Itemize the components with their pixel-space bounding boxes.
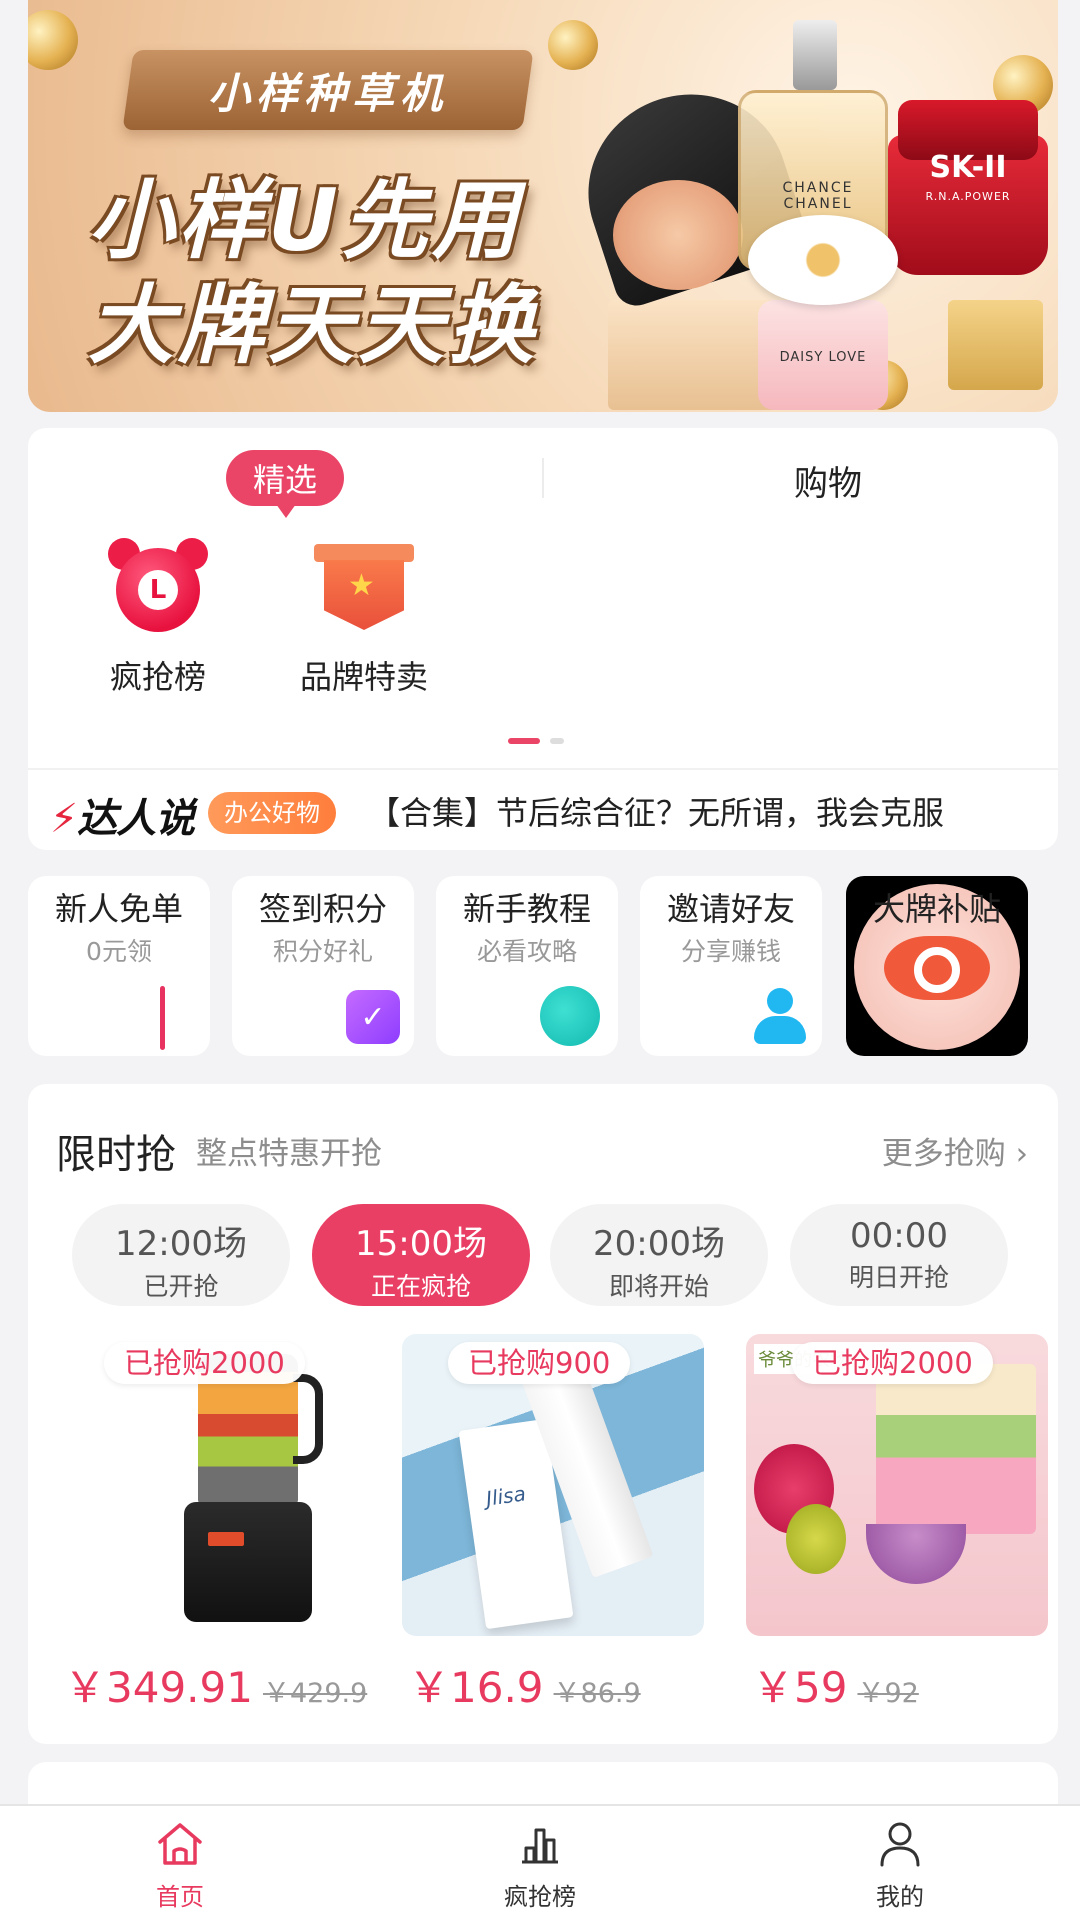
divider [28,768,1058,770]
session-tab-1200[interactable]: 12:00场 已开抢 [72,1204,290,1306]
nav-label: 首页 [156,1883,204,1911]
category-card: 精选 购物 L 疯抢榜 ★ 品牌特卖 ⚡达人说 办公好物 【合集】节后综合征？无… [28,428,1058,850]
nav-profile[interactable]: 我的 [720,1806,1080,1920]
user-icon [880,1822,920,1867]
perfume-cap-image [793,20,837,90]
sold-count-badge: 已抢购2000 [792,1342,993,1384]
tutorial-icon [540,986,600,1046]
quick-entry-subtitle: 必看攻略 [476,937,577,966]
chevron-right-icon: › [1015,1136,1028,1172]
flash-sale-title: 限时抢 [56,1132,176,1178]
bottom-navigation: 首页 疯抢榜 我的 [0,1804,1080,1920]
tab-shopping[interactable]: 购物 [728,456,928,505]
daisy-flower-cap [748,215,898,305]
flash-sale-card: 限时抢 整点特惠开抢 更多抢购 › 12:00场 已开抢 15:00场 正在疯抢… [28,1084,1058,1744]
session-tab-2000[interactable]: 20:00场 即将开始 [550,1204,768,1306]
tab-featured[interactable]: 精选 [226,450,344,518]
cushion-puff-image [613,180,743,290]
tab-divider [542,458,544,498]
daisy-perfume-label: DAISY LOVE [779,350,867,365]
session-status: 正在疯抢 [370,1272,471,1301]
nav-home[interactable]: 首页 [0,1806,360,1920]
calendar-check-icon: ✓ [346,990,400,1044]
nav-label: 疯抢榜 [504,1883,576,1911]
banner-slogan-line2: 大牌天天换 [88,276,538,376]
quick-entry-checkin[interactable]: 签到积分 积分好礼 ✓ [232,876,414,1056]
quick-entry-tutorial[interactable]: 新手教程 必看攻略 [436,876,618,1056]
quick-entry-title: 新人免单 [54,890,183,928]
cream-jar-label: SK-II [929,150,1007,185]
session-status: 已开抢 [143,1272,219,1301]
pager-dot [550,738,564,744]
cream-jar-sublabel: R.N.A.POWER [925,190,1011,203]
category-hot-ranking[interactable]: L 疯抢榜 [68,538,248,698]
pager-dot-active [508,738,540,744]
category-brand-sale[interactable]: ★ 品牌特卖 [274,538,454,698]
original-price: ￥92 [857,1678,919,1709]
ornament-decoration [548,20,598,70]
quick-entry-title: 大牌补贴 [872,890,1001,928]
banner-ribbon-text: 小样种草机 [207,68,448,118]
daren-logo: ⚡达人说 [50,796,195,842]
daren-tag[interactable]: 办公好物 [208,792,336,834]
flash-sale-subtitle: 整点特惠开抢 [196,1136,382,1172]
home-icon [158,1823,202,1865]
session-time: 12:00场 [115,1224,247,1264]
current-price: ￥349.91 [64,1663,253,1712]
gift-icon [160,986,165,1050]
quick-entry-invite[interactable]: 邀请好友 分享赚钱 [640,876,822,1056]
original-price: ￥429.9 [262,1678,368,1709]
quick-entry-new-user-free[interactable]: 新人免单 0元领 [28,876,210,1056]
quick-entry-title: 邀请好友 [666,890,795,928]
session-tab-1500[interactable]: 15:00场 正在疯抢 [312,1204,530,1306]
eye-ring [914,947,960,993]
current-price: ￥59 [752,1663,848,1712]
category-pager [508,738,564,744]
alarm-clock-icon: L [108,538,208,638]
daren-headline[interactable]: 【合集】节后综合征？无所谓，我会克服 [368,788,944,834]
quick-entry-title: 新手教程 [462,890,591,928]
session-tab-0000[interactable]: 00:00 明日开抢 [790,1204,1008,1306]
more-flash-sale-link[interactable]: 更多抢购 › [882,1128,1028,1173]
category-label: 疯抢榜 [109,658,206,696]
sold-count-badge: 已抢购2000 [104,1342,305,1384]
quick-entry-subtitle: 积分好礼 [272,937,373,966]
brand-shield-icon: ★ [312,538,416,638]
session-time: 00:00 [850,1216,948,1256]
session-status: 明日开抢 [848,1263,949,1292]
quick-entry-subtitle: 0元领 [86,937,152,966]
promo-banner[interactable]: 小样种草机 小样U先用 大牌天天换 CHANCE CHANEL SK-II R.… [28,0,1058,412]
session-time: 20:00场 [593,1224,725,1264]
product-price-row: ￥16.9 ￥86.9 [408,1654,641,1715]
quick-entry-brand-subsidy[interactable]: 大牌补贴 [846,876,1028,1056]
nav-hot-ranking[interactable]: 疯抢榜 [360,1806,720,1920]
ornament-decoration [28,10,78,70]
sold-count-badge: 已抢购900 [448,1342,631,1384]
session-time: 15:00场 [355,1224,487,1264]
user-icon [752,986,808,1046]
quick-entry-title: 签到积分 [258,890,387,928]
current-price: ￥16.9 [408,1663,544,1712]
gift-box-image [948,300,1043,390]
quick-entry-subtitle: 分享赚钱 [680,937,781,966]
category-label: 品牌特卖 [299,658,428,696]
original-price: ￥86.9 [553,1678,641,1709]
product-price-row: ￥59 ￥92 [752,1654,919,1715]
nav-label: 我的 [876,1883,924,1911]
perfume-label: CHANCE CHANEL [782,180,854,212]
session-status: 即将开始 [608,1272,709,1301]
bar-chart-icon [522,1828,558,1864]
product-price-row: ￥349.91 ￥429.9 [64,1654,367,1715]
